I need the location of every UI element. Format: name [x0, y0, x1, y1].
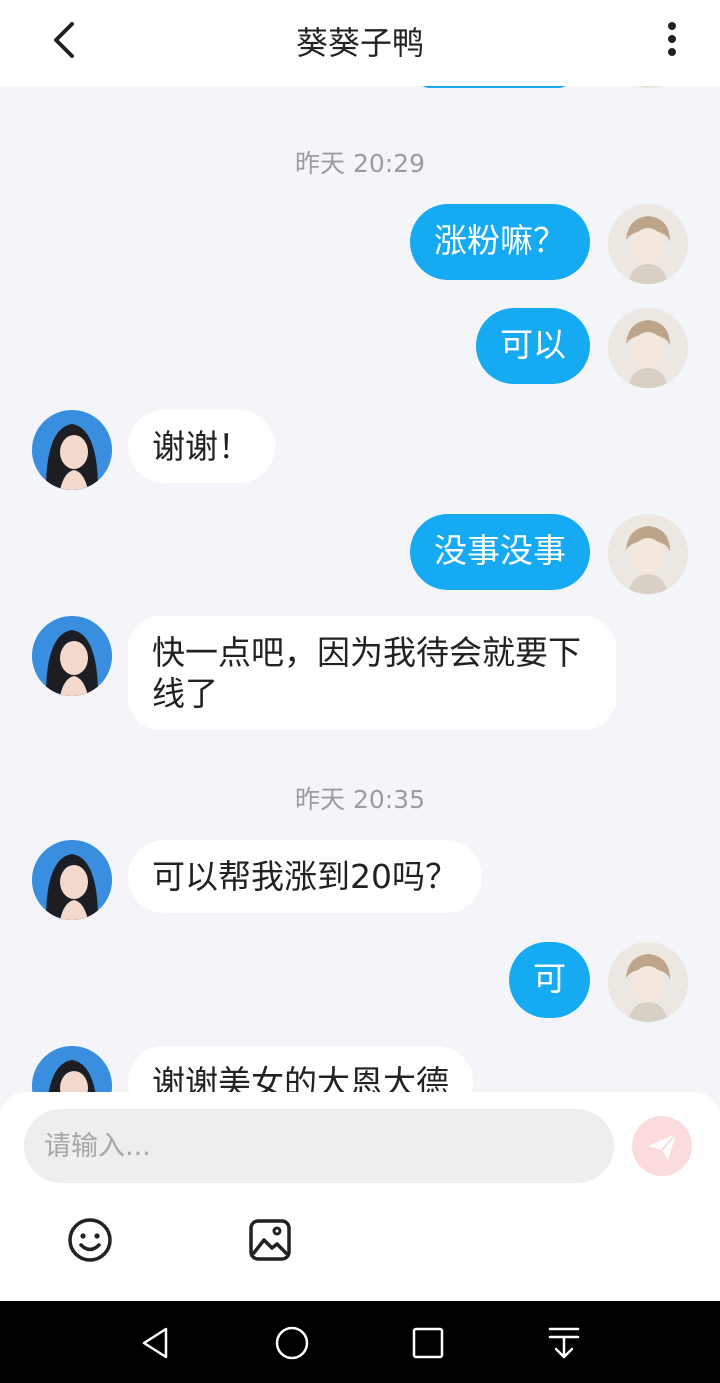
emoji-button[interactable]	[66, 1216, 114, 1264]
incoming-message[interactable]: 谢谢！	[128, 410, 275, 483]
nav-download-icon	[548, 1327, 580, 1359]
avatar[interactable]	[608, 204, 688, 284]
avatar[interactable]	[32, 616, 112, 696]
timestamp: 昨天 20:29	[295, 149, 425, 178]
incoming-message[interactable]: 谢谢美女的大恩大德	[128, 1046, 473, 1094]
system-navigation-bar	[0, 1301, 720, 1383]
chat-header: 葵葵子鸭	[0, 0, 720, 86]
avatar[interactable]	[608, 942, 688, 1022]
send-icon	[648, 1133, 677, 1160]
user-avatar-icon	[608, 514, 688, 594]
nav-recents-button[interactable]	[408, 1323, 448, 1363]
avatar	[610, 86, 688, 88]
avatar[interactable]	[608, 514, 688, 594]
composer	[0, 1092, 720, 1301]
more-vertical-icon	[668, 22, 676, 56]
avatar[interactable]	[608, 308, 688, 388]
avatar[interactable]	[32, 840, 112, 920]
timestamp: 昨天 20:35	[295, 785, 425, 814]
contact-avatar-icon	[32, 840, 112, 920]
image-button[interactable]	[246, 1216, 294, 1264]
message-list[interactable]: 昨天 20:29 涨粉嘛？ 可以 谢谢！ 没事没事 快一点吧，因为我待会就要下线…	[0, 86, 720, 1094]
nav-recents-icon	[412, 1327, 444, 1359]
nav-home-icon	[275, 1326, 309, 1360]
nav-back-button[interactable]	[136, 1323, 176, 1363]
message-input[interactable]	[24, 1109, 614, 1183]
emoji-icon	[68, 1218, 112, 1262]
outgoing-message[interactable]: 可以	[476, 308, 590, 384]
incoming-message[interactable]: 快一点吧，因为我待会就要下线了	[128, 616, 616, 730]
nav-home-button[interactable]	[272, 1323, 312, 1363]
contact-avatar-icon	[32, 616, 112, 696]
avatar[interactable]	[32, 1046, 112, 1094]
user-avatar-icon	[608, 204, 688, 284]
nav-download-button[interactable]	[544, 1323, 584, 1363]
user-avatar-icon	[608, 942, 688, 1022]
outgoing-message[interactable]: 可	[509, 942, 590, 1018]
chat-title: 葵葵子鸭	[295, 24, 424, 62]
contact-avatar-icon	[32, 1046, 112, 1094]
outgoing-message[interactable]: 涨粉嘛？	[410, 204, 590, 280]
partial-message-bubble	[418, 86, 570, 88]
more-options-button[interactable]	[652, 16, 692, 64]
avatar[interactable]	[32, 410, 112, 490]
user-avatar-icon	[608, 308, 688, 388]
send-button[interactable]	[632, 1116, 692, 1176]
outgoing-message[interactable]: 没事没事	[410, 514, 590, 590]
incoming-message[interactable]: 可以帮我涨到20吗？	[128, 840, 482, 913]
nav-back-icon	[142, 1327, 168, 1359]
image-icon	[249, 1219, 291, 1261]
contact-avatar-icon	[32, 410, 112, 490]
